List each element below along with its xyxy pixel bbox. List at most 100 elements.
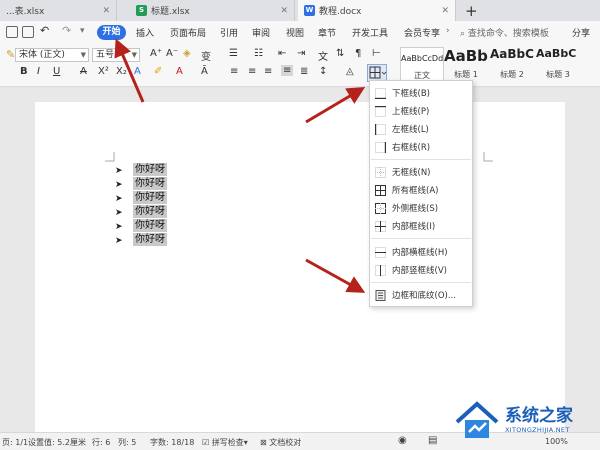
proofread-icon: ⊠ [260, 438, 267, 447]
print-icon[interactable] [6, 26, 18, 38]
border-top-icon [375, 105, 386, 117]
document-page[interactable] [35, 102, 565, 432]
bullet-list-icon[interactable]: ☰ [229, 48, 238, 59]
close-icon[interactable]: ✕ [102, 6, 110, 16]
menu-item-border-left[interactable]: 左框线(L) [370, 120, 472, 138]
pinyin-icon[interactable]: 变 [201, 48, 211, 63]
text-line[interactable]: 你好呀 [133, 163, 167, 176]
bullet-marker: ➤ [115, 194, 123, 204]
strikethrough-icon[interactable]: A [80, 66, 87, 77]
menu-chapter[interactable]: 章节 [318, 26, 336, 39]
border-dropdown-menu: 下框线(B) 上框线(P) 左框线(L) 右框线(R) 无框线(N) 所有框线(… [369, 80, 473, 307]
highlight-icon[interactable]: ✐ [154, 66, 162, 77]
close-icon[interactable]: ✕ [441, 6, 449, 16]
menu-insert[interactable]: 插入 [136, 26, 154, 39]
char-border-icon[interactable]: Ā [201, 66, 208, 77]
align-center-icon[interactable]: ≡ [248, 66, 256, 77]
border-all-icon [369, 66, 387, 79]
more-icon[interactable]: ▾ [80, 26, 85, 36]
tab-document[interactable]: W 教程.docx ✕ [298, 0, 456, 21]
border-all-icon [375, 184, 386, 196]
text-line[interactable]: 你好呀 [133, 205, 167, 218]
sort-icon[interactable]: ⇅ [336, 48, 344, 59]
chinese-layout-icon[interactable]: 文 [318, 48, 328, 63]
menu-item-border-inside-horizontal[interactable]: 内部横框线(H) [370, 243, 472, 261]
text-line[interactable]: 你好呀 [133, 191, 167, 204]
search-input[interactable]: ⌕ 查找命令、搜索模板 [460, 26, 549, 39]
new-tab-icon[interactable]: + [465, 2, 478, 20]
font-color-icon[interactable]: A [176, 66, 183, 77]
page-count[interactable]: 页: 1/1 [2, 437, 28, 448]
menu-review[interactable]: 审阅 [252, 26, 270, 39]
font-size-select[interactable]: 五号 ▼ [92, 48, 140, 62]
undo-icon[interactable]: ↶ [40, 24, 49, 37]
menu-item-border-bottom[interactable]: 下框线(B) [370, 84, 472, 102]
increase-indent-icon[interactable]: ⇥ [297, 48, 305, 59]
numbered-list-icon[interactable]: ☷ [254, 48, 263, 59]
clear-format-icon[interactable]: ◈ [183, 48, 191, 59]
italic-icon[interactable]: I [37, 66, 40, 77]
tab-stop-icon[interactable]: ⊢ [372, 48, 381, 59]
show-marks-icon[interactable]: ¶ [355, 48, 361, 59]
line-spacing-icon[interactable]: ↕ [319, 66, 327, 77]
distributed-icon[interactable]: ≣ [300, 66, 308, 77]
menu-item-border-inside-vertical[interactable]: 内部竖框线(V) [370, 261, 472, 279]
menu-item-border-all[interactable]: 所有框线(A) [370, 181, 472, 199]
menu-member[interactable]: 会员专享 [404, 26, 440, 39]
menu-separator [371, 282, 471, 283]
style-normal[interactable]: AaBbCcDd 正文 [400, 47, 444, 83]
justify-icon[interactable]: ≡ [281, 65, 294, 76]
align-right-icon[interactable]: ≡ [264, 66, 272, 77]
border-left-icon [375, 123, 386, 135]
page-view-icon[interactable]: ▤ [428, 435, 437, 446]
redo-icon[interactable]: ↷ [62, 24, 71, 37]
menu-item-borders-shading[interactable]: 边框和底纹(O)... [370, 286, 472, 304]
text-effect-icon[interactable]: A [134, 66, 141, 77]
chevron-right-icon[interactable]: › [446, 26, 450, 36]
menu-page-layout[interactable]: 页面布局 [170, 26, 206, 39]
watermark-title: 系统之家 [505, 406, 573, 426]
menu-item-border-inside[interactable]: 内部框线(I) [370, 217, 472, 235]
menu-references[interactable]: 引用 [220, 26, 238, 39]
border-inside-horizontal-icon [375, 246, 386, 258]
bullet-marker: ➤ [115, 180, 123, 190]
tab-bar: ...表.xlsx ✕ S 标题.xlsx ✕ W 教程.docx ✕ + [0, 0, 600, 21]
menu-item-border-none[interactable]: 无框线(N) [370, 163, 472, 181]
style-heading-2[interactable]: AaBbC 标题 2 [490, 47, 534, 83]
shrink-font-icon[interactable]: A⁻ [166, 48, 178, 59]
underline-icon[interactable]: U [53, 66, 60, 77]
menu-view[interactable]: 视图 [286, 26, 304, 39]
menu-developer[interactable]: 开发工具 [352, 26, 388, 39]
tab-spreadsheet-1[interactable]: ...表.xlsx ✕ [0, 0, 117, 21]
grow-font-icon[interactable]: A⁺ [150, 48, 162, 59]
shading-icon[interactable]: ◬ [346, 66, 354, 77]
menu-start[interactable]: 开始 [97, 25, 126, 40]
bullet-marker: ➤ [115, 208, 123, 218]
menu-item-border-right[interactable]: 右框线(R) [370, 138, 472, 156]
subscript-icon[interactable]: X₂ [116, 66, 127, 77]
format-painter-icon[interactable]: ✎ [6, 48, 15, 61]
chevron-down-icon: ▼ [131, 51, 137, 59]
bold-icon[interactable]: B [20, 66, 28, 77]
menu-item-border-top[interactable]: 上框线(P) [370, 102, 472, 120]
align-left-icon[interactable]: ≡ [230, 66, 238, 77]
style-heading-1[interactable]: AaBb 标题 1 [444, 47, 488, 83]
page-corner-mark [105, 152, 115, 162]
tab-spreadsheet-2[interactable]: S 标题.xlsx ✕ [130, 0, 295, 21]
font-name-select[interactable]: 宋体 (正文) ▼ [15, 48, 89, 62]
close-icon[interactable]: ✕ [280, 6, 288, 16]
eye-icon[interactable]: ◉ [398, 435, 407, 446]
menu-item-border-outside[interactable]: 外侧框线(S) [370, 199, 472, 217]
superscript-icon[interactable]: X² [98, 66, 109, 77]
style-heading-3[interactable]: AaBbC 标题 3 [536, 47, 580, 83]
decrease-indent-icon[interactable]: ⇤ [278, 48, 286, 59]
word-count[interactable]: 字数: 18/18 [150, 437, 194, 448]
tab-label: 教程.docx [319, 7, 362, 17]
spell-check-button[interactable]: ☑ 拼写检查▾ [202, 437, 248, 448]
share-button[interactable]: 分享 [572, 26, 590, 39]
text-line[interactable]: 你好呀 [133, 177, 167, 190]
text-line[interactable]: 你好呀 [133, 233, 167, 246]
proofread-button[interactable]: ⊠ 文档校对 [260, 437, 301, 448]
print-preview-icon[interactable] [22, 26, 34, 38]
text-line[interactable]: 你好呀 [133, 219, 167, 232]
